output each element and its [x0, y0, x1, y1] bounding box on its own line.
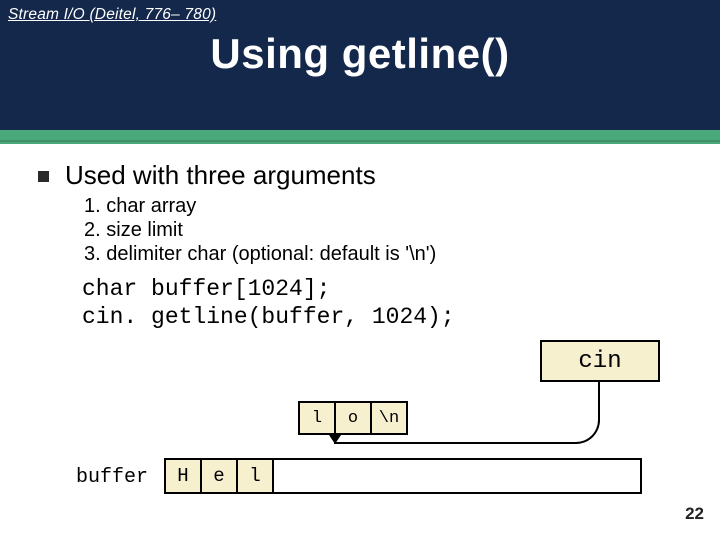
- stream-row: l o \n: [298, 401, 408, 435]
- list-item: 2. size limit: [84, 219, 682, 242]
- list-text: delimiter char (optional: default is '\n…: [106, 243, 436, 265]
- list-item: 3. delimiter char (optional: default is …: [84, 243, 682, 266]
- accent-bar: [0, 130, 720, 144]
- code-block: char buffer[1024]; cin. getline(buffer, …: [82, 276, 682, 331]
- cell-text: H: [177, 465, 188, 487]
- list-text: char array: [106, 195, 196, 217]
- code-line: char buffer[1024];: [82, 276, 682, 304]
- code-line: cin. getline(buffer, 1024);: [82, 304, 682, 332]
- list-number: 3.: [84, 243, 101, 265]
- content: Used with three arguments 1. char array …: [0, 160, 720, 331]
- buffer-row: H e l: [164, 458, 642, 494]
- list-item: 1. char array: [84, 195, 682, 218]
- stream-cell: \n: [370, 401, 408, 435]
- buffer-tail: [272, 458, 642, 494]
- cell-text: \n: [379, 409, 399, 428]
- bullet-text: Used with three arguments: [65, 160, 376, 191]
- cin-box: cin: [540, 340, 660, 382]
- cin-label: cin: [578, 348, 621, 375]
- bullet-line: Used with three arguments: [38, 160, 682, 191]
- list-number: 1.: [84, 195, 101, 217]
- stream-cell: o: [334, 401, 372, 435]
- buffer-cell: l: [236, 458, 274, 494]
- list-number: 2.: [84, 219, 101, 241]
- buffer-label: buffer: [76, 466, 148, 489]
- slide: Stream I/O (Deitel, 776– 780) Using getl…: [0, 0, 720, 540]
- buffer-cell: e: [200, 458, 238, 494]
- ordered-list: 1. char array 2. size limit 3. delimiter…: [84, 195, 682, 266]
- cell-text: l: [249, 465, 260, 487]
- connector-line: [598, 382, 600, 422]
- buffer-cell: H: [164, 458, 202, 494]
- list-text: size limit: [106, 219, 183, 241]
- cell-text: l: [312, 409, 322, 428]
- bullet-icon: [38, 171, 49, 182]
- stream-cell: l: [298, 401, 336, 435]
- cell-text: e: [213, 465, 224, 487]
- slide-title: Using getline(): [0, 30, 720, 78]
- header: Stream I/O (Deitel, 776– 780) Using getl…: [0, 0, 720, 130]
- page-number: 22: [685, 504, 704, 524]
- cell-text: o: [348, 409, 358, 428]
- breadcrumb: Stream I/O (Deitel, 776– 780): [0, 0, 720, 24]
